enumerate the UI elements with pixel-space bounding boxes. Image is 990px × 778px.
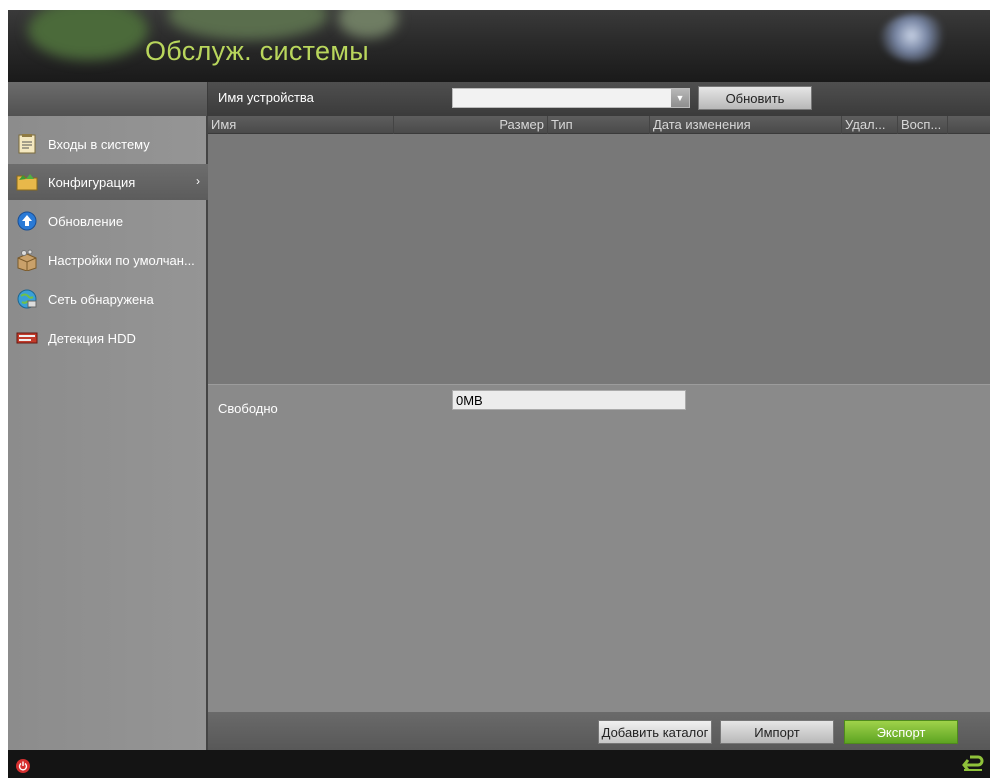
file-table: Имя Размер Тип Дата изменения Удал... Во… — [208, 116, 990, 384]
network-globe-icon — [16, 288, 38, 310]
sidebar-item-label: Детекция HDD — [48, 330, 136, 346]
status-bar — [8, 750, 990, 778]
power-icon[interactable] — [16, 759, 30, 773]
header-banner: Обслуж. системы — [8, 10, 990, 82]
page-title: Обслуж. системы — [145, 36, 369, 66]
sidebar-item-logs[interactable]: Входы в систему — [8, 126, 208, 162]
export-button[interactable]: Экспорт — [844, 720, 958, 744]
device-toolbar: Имя устройства ▼ Обновить — [208, 82, 990, 116]
add-directory-button[interactable]: Добавить каталог — [598, 720, 712, 744]
column-header-play[interactable]: Восп... — [898, 116, 948, 134]
sidebar-item-network-detection[interactable]: Сеть обнаружена — [8, 281, 208, 317]
action-bar: Добавить каталог Импорт Экспорт — [208, 712, 990, 750]
device-select[interactable]: ▼ — [452, 88, 690, 108]
table-header: Имя Размер Тип Дата изменения Удал... Во… — [208, 116, 990, 134]
sidebar-item-hdd-detection[interactable]: Детекция HDD — [8, 320, 208, 356]
sidebar-header-strip — [8, 82, 208, 116]
banner-foliage — [28, 10, 148, 60]
app-window: Обслуж. системы Входы в систему Конфигур… — [8, 10, 990, 778]
sidebar-item-label: Настройки по умолчан... — [48, 252, 195, 268]
sidebar-item-label: Входы в систему — [48, 136, 150, 152]
sidebar-item-defaults[interactable]: Настройки по умолчан... — [8, 242, 208, 278]
sidebar-item-label: Конфигурация — [48, 174, 136, 190]
sidebar-item-upgrade[interactable]: Обновление — [8, 203, 208, 239]
default-settings-box-icon — [16, 249, 38, 271]
import-button[interactable]: Импорт — [720, 720, 834, 744]
column-header-name[interactable]: Имя — [208, 116, 394, 134]
banner-foliage — [338, 10, 398, 38]
hdd-icon — [16, 327, 38, 349]
sidebar-item-label: Сеть обнаружена — [48, 291, 154, 307]
chevron-right-icon: › — [196, 174, 200, 188]
device-name-label: Имя устройства — [218, 90, 314, 105]
sidebar-item-config[interactable]: Конфигурация › — [8, 164, 208, 200]
upgrade-arrow-icon — [16, 210, 38, 232]
column-header-modified[interactable]: Дата изменения — [650, 116, 842, 134]
sidebar: Входы в систему Конфигурация › Обновлени… — [8, 116, 208, 750]
free-space-label: Свободно — [218, 401, 278, 416]
table-body — [208, 135, 990, 384]
free-space-field: 0MB — [452, 390, 686, 410]
column-header-size[interactable]: Размер — [394, 116, 548, 134]
column-header-type[interactable]: Тип — [548, 116, 650, 134]
storage-panel: Свободно 0MB — [208, 384, 990, 714]
back-arrow-icon[interactable] — [962, 755, 984, 773]
column-header-delete[interactable]: Удал... — [842, 116, 898, 134]
refresh-button[interactable]: Обновить — [698, 86, 812, 110]
folder-icon — [16, 171, 38, 193]
banner-orb — [880, 14, 950, 62]
dropdown-arrow-icon[interactable]: ▼ — [671, 89, 689, 107]
log-document-icon — [16, 133, 38, 155]
sidebar-item-label: Обновление — [48, 213, 124, 229]
